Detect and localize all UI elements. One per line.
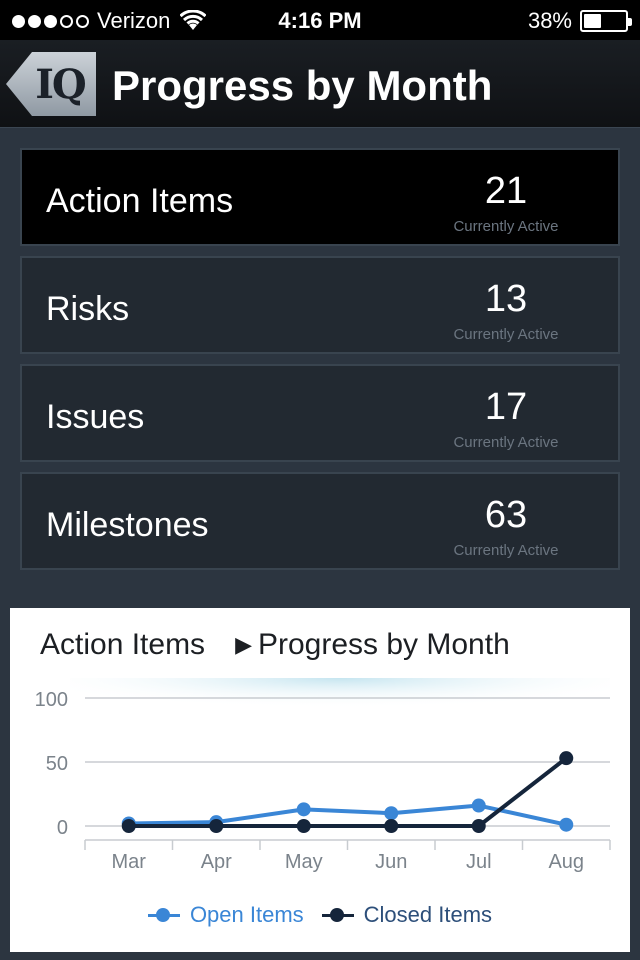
card-label: Action Items [46,182,234,220]
legend-label: Open Items [189,902,304,927]
status-bar: Verizon 4:16 PM 38% [0,0,640,40]
x-tick-label: May [285,851,323,873]
card-label: Risks [46,290,130,328]
card-count: 17 [484,386,528,428]
data-point [121,819,136,833]
card-milestones[interactable]: Milestones 63 Currently Active [20,472,620,570]
card-count: 13 [484,278,528,320]
card-issues[interactable]: Issues 17 Currently Active [20,364,620,462]
data-point [559,817,574,832]
card-count: 63 [484,494,528,536]
data-point [296,802,311,817]
card-subtitle: Currently Active [453,218,559,235]
card-subtitle: Currently Active [453,434,559,451]
data-point [296,819,311,833]
x-tick-label: Apr [201,851,232,873]
navigation-bar: IQ Progress by Month [0,40,640,128]
status-right: 38% [527,8,632,34]
card-count: 21 [484,170,528,212]
series-line [128,756,568,828]
y-tick-label: 100 [35,689,68,711]
x-tick-label: Jul [466,851,492,873]
battery-percent: 38% [527,8,572,33]
legend-open-swatch [147,908,180,922]
y-tick-label: 50 [46,753,68,775]
legend-closed-swatch [321,908,354,922]
data-point [384,819,399,833]
chart-legend: Open Items Closed Items [10,902,630,928]
card-action-items[interactable]: Action Items 21 Currently Active [20,148,620,246]
card-risks[interactable]: Risks 13 Currently Active [20,256,620,354]
back-button[interactable]: IQ [6,52,96,116]
card-label: Issues [46,398,145,436]
data-point [559,751,574,766]
legend-closed-items[interactable]: Closed Items [321,902,493,928]
chart-panel: Action Items ▶ Progress by Month 0 50 100 M… [10,608,630,952]
legend-open-items[interactable]: Open Items [147,902,304,928]
x-tick-label: Aug [548,851,584,873]
battery-icon [580,10,632,32]
card-label: Milestones [46,506,209,544]
card-subtitle: Currently Active [453,326,559,343]
battery-level [584,14,601,28]
data-point [471,819,486,833]
line-chart: 0 50 100 Mar Apr May Jun Jul Aug [35,678,611,873]
iq-logo: IQ [35,60,87,108]
data-point [209,819,224,833]
x-tick-label: Mar [112,851,147,873]
page-title: Progress by Month [112,62,493,109]
legend-label: Closed Items [363,902,493,927]
y-tick-label: 0 [57,817,68,839]
data-point [471,798,486,813]
x-tick-label: Jun [375,851,407,873]
card-subtitle: Currently Active [453,542,559,559]
data-point [384,806,399,821]
